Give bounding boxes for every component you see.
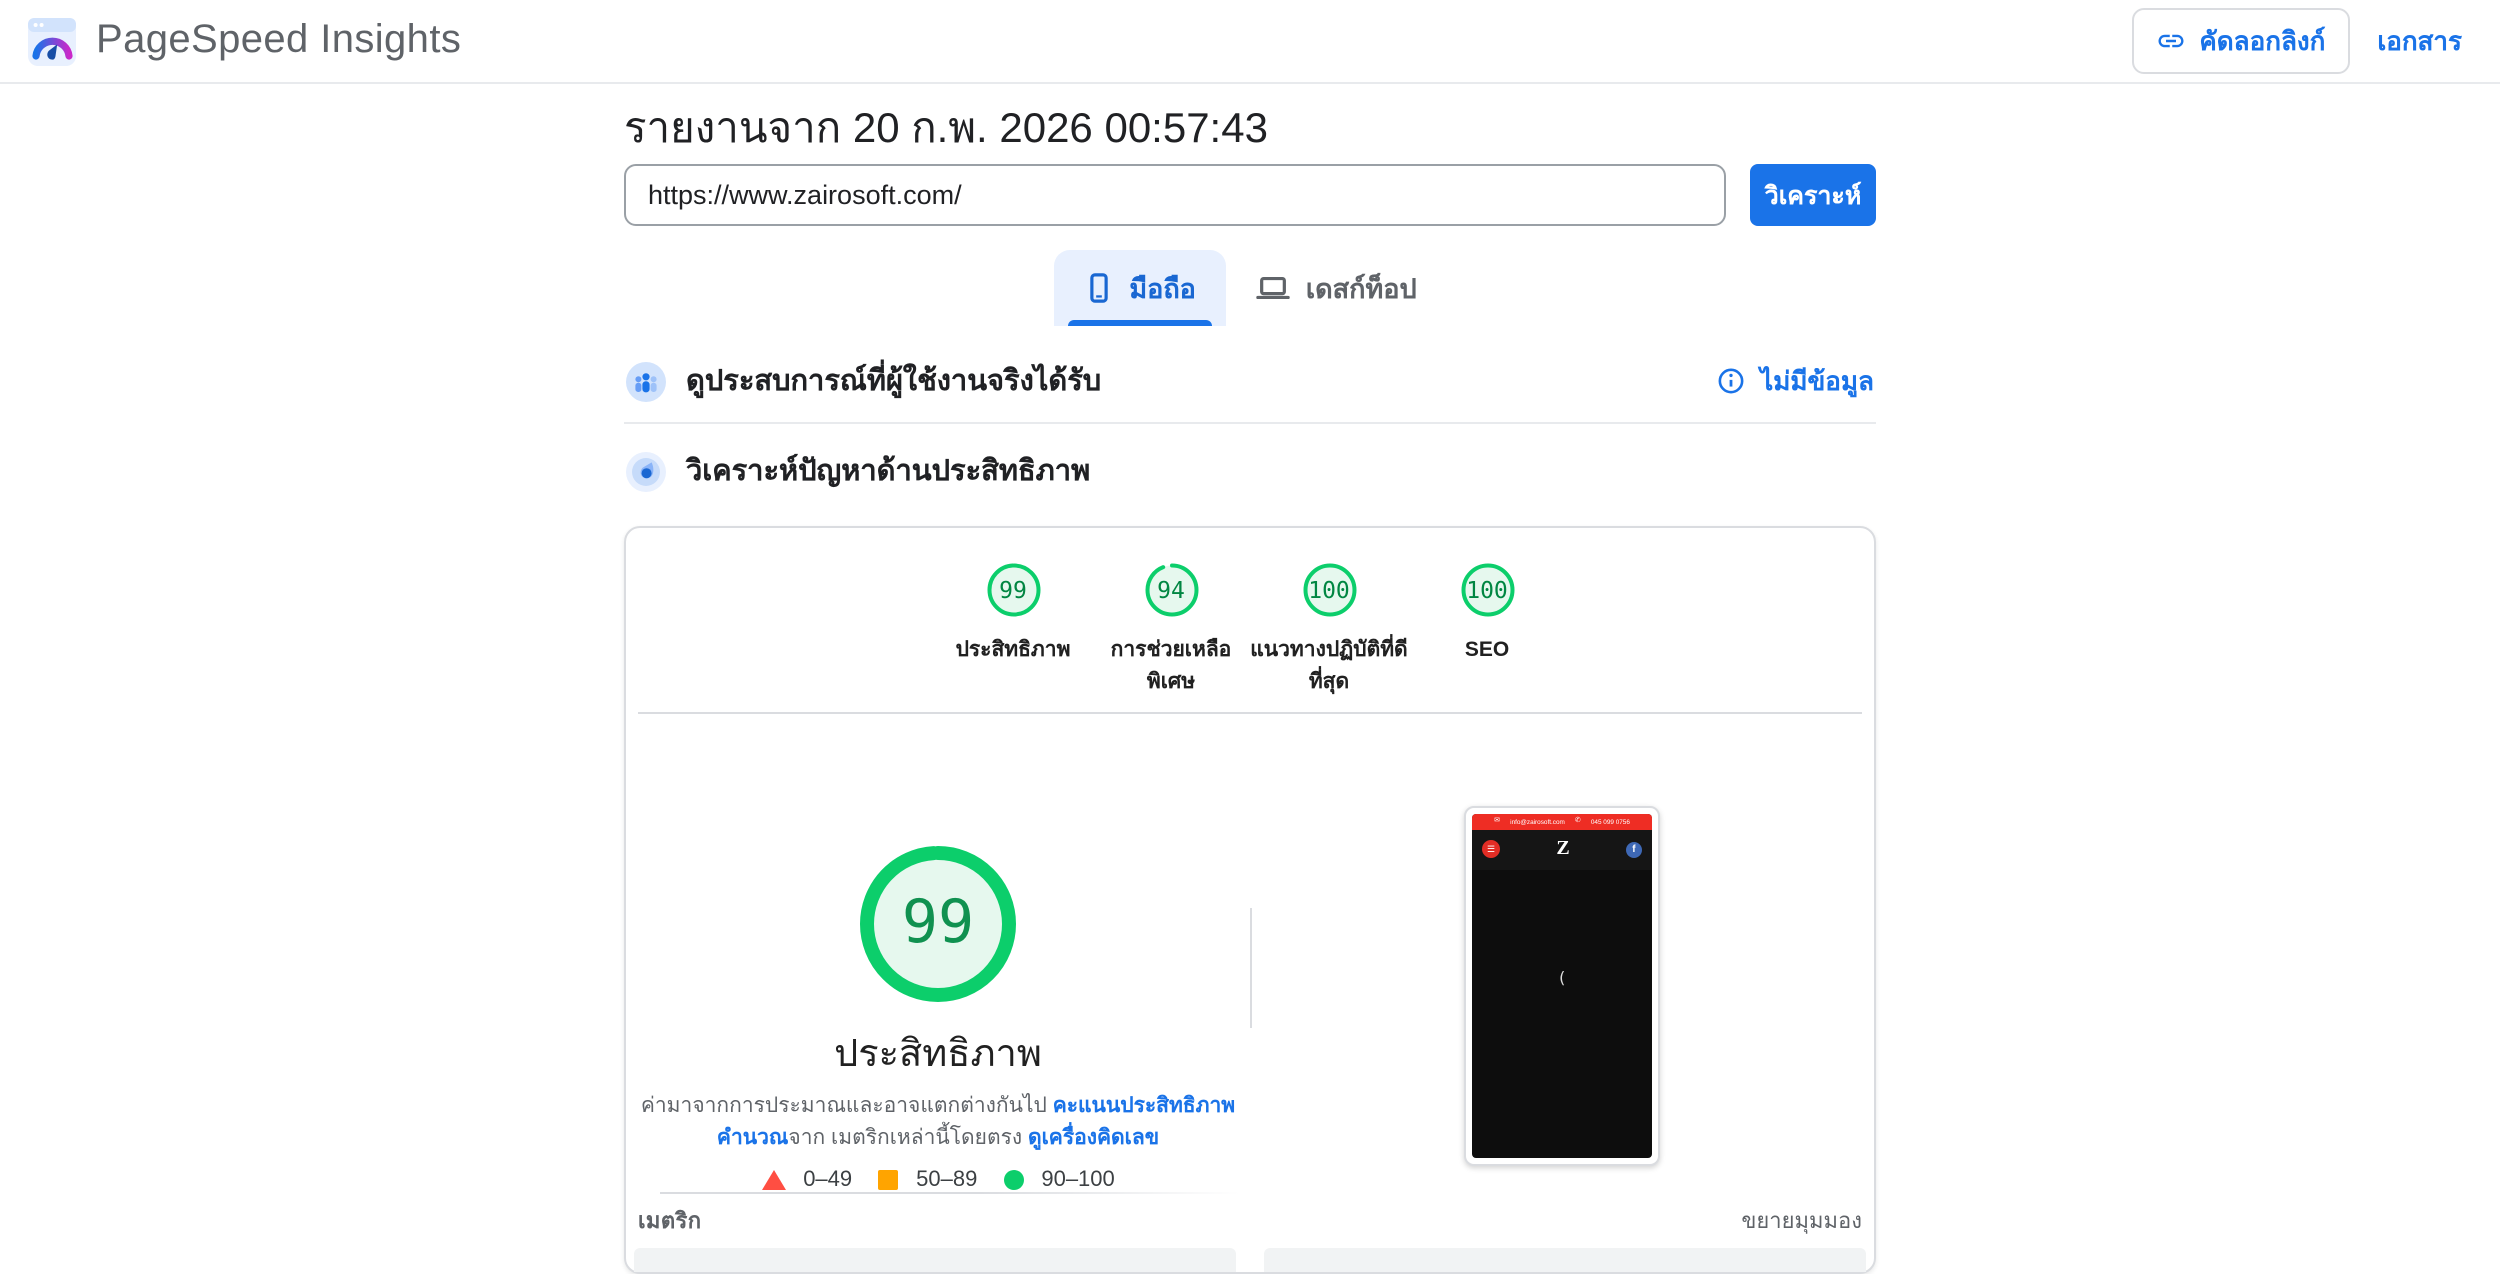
- legend-fail-range: 0–49: [803, 1168, 853, 1193]
- mobile-phone-icon: [1083, 272, 1113, 304]
- column-divider: [1250, 907, 1252, 1027]
- orange-square-icon: [878, 1170, 899, 1191]
- facebook-icon: f: [1625, 841, 1642, 857]
- copy-link-button[interactable]: คัดลอกลิงก์: [2131, 8, 2350, 74]
- best-practices-label: แนวทางปฏิบัติที่ดี ที่สุด: [1250, 638, 1408, 694]
- performance-big-score: 99: [901, 888, 975, 958]
- performance-score: 99: [999, 576, 1027, 604]
- email-icon: ✉: [1494, 815, 1501, 824]
- performance-description: ค่ามาจากการประมาณและอาจแตกต่างกันไป คะแน…: [626, 1089, 1250, 1154]
- active-tab-indicator: [1067, 320, 1212, 326]
- performance-gauge: 99: [985, 562, 1041, 618]
- seo-score: 100: [1466, 576, 1508, 604]
- best-practices-gauge: 100: [1301, 562, 1357, 618]
- app-header: PageSpeed Insights คัดลอกลิงก์ เอกสาร: [0, 0, 2500, 84]
- category-performance[interactable]: 99 ประสิทธิภาพ: [934, 562, 1092, 699]
- field-data-title: ดูประสบการณ์ที่ผู้ใช้งานจริงได้รับ: [686, 366, 1102, 398]
- loading-spinner-glyph: (: [1557, 969, 1567, 988]
- lighthouse-report-card: 99 ประสิทธิภาพ 94 การช่วยเหลือพิเศษ 100 …: [624, 526, 1876, 1274]
- no-data-link[interactable]: ไม่มีข้อมูล: [1718, 360, 1874, 402]
- analyze-button[interactable]: วิเคราะห์: [1750, 164, 1876, 226]
- score-legend: 0–49 50–89 90–100: [761, 1168, 1115, 1192]
- performance-result-grid: 99 ประสิทธิภาพ ค่ามาจากการประมาณและอาจแต…: [626, 713, 1874, 1192]
- see-calculator-link[interactable]: ดูเครื่องคิดเลข: [1028, 1126, 1159, 1150]
- tab-desktop[interactable]: เดสก์ท็อป: [1226, 250, 1447, 326]
- copy-link-label: คัดลอกลิงก์: [2199, 26, 2326, 56]
- phone-icon: ✆: [1574, 815, 1581, 824]
- seo-gauge: 100: [1459, 562, 1515, 618]
- main-content: รายงานจาก 20 ก.พ. 2026 00:57:43 วิเคราะห…: [624, 104, 1876, 1274]
- url-input[interactable]: [624, 164, 1726, 226]
- tab-mobile-label: มือถือ: [1129, 274, 1196, 304]
- pagespeed-logo-icon[interactable]: [26, 15, 78, 67]
- pagespeed-insights-page: PageSpeed Insights คัดลอกลิงก์ เอกสาร รา…: [0, 0, 2500, 1274]
- metric-card-stub: [1264, 1248, 1866, 1273]
- performance-summary-column: 99 ประสิทธิภาพ ค่ามาจากการประมาณและอาจแต…: [626, 713, 1250, 1192]
- report-title: รายงานจาก 20 ก.พ. 2026 00:57:43: [624, 106, 1268, 152]
- desc-text: ค่ามาจากการประมาณและอาจแตกต่างกันไป: [640, 1093, 1053, 1117]
- metrics-title: เมตริก: [638, 1210, 702, 1235]
- lighthouse-icon: [626, 451, 666, 491]
- red-triangle-icon: [761, 1170, 786, 1191]
- url-form: วิเคราะห์: [624, 164, 1876, 226]
- screenshot-phone: 045 099 0756: [1590, 817, 1630, 825]
- best-practices-score: 100: [1308, 576, 1350, 604]
- accessibility-gauge: 94: [1143, 562, 1199, 618]
- expand-view-toggle[interactable]: ขยายมุมมอง: [1741, 1202, 1862, 1238]
- no-data-label: ไม่มีข้อมูล: [1760, 366, 1874, 396]
- legend-average-range: 50–89: [916, 1168, 978, 1193]
- tab-desktop-label: เดสก์ท็อป: [1305, 274, 1417, 304]
- screenshot-topbar: ✉ info@zairosoft.com ✆ 045 099 0756: [1472, 813, 1652, 829]
- performance-label: ประสิทธิภาพ: [955, 638, 1071, 662]
- screenshot-navbar: ☰ Z f: [1472, 829, 1652, 869]
- performance-big-gauge: 99: [860, 845, 1016, 1001]
- legend-pass-range: 90–100: [1041, 1168, 1115, 1193]
- metrics-header: เมตริก ขยายมุมมอง: [634, 1194, 1866, 1244]
- metrics-section: เมตริก ขยายมุมมอง: [626, 1192, 1874, 1273]
- category-scores-row: 99 ประสิทธิภาพ 94 การช่วยเหลือพิเศษ 100 …: [626, 528, 1874, 699]
- info-icon: [1718, 368, 1744, 394]
- green-circle-icon: [1003, 1170, 1024, 1191]
- site-logo: Z: [1556, 838, 1570, 860]
- field-data-section: ดูประสบการณ์ที่ผู้ใช้งานจริงได้รับ ไม่มี…: [624, 350, 1876, 424]
- performance-section-title: ประสิทธิภาพ: [834, 1033, 1042, 1075]
- legend-average: 50–89: [878, 1168, 977, 1192]
- category-accessibility[interactable]: 94 การช่วยเหลือพิเศษ: [1092, 562, 1250, 699]
- hamburger-menu-icon: ☰: [1482, 840, 1500, 858]
- metric-card-stub: [634, 1248, 1236, 1273]
- accessibility-label: การช่วยเหลือพิเศษ: [1110, 638, 1232, 694]
- legend-fail: 0–49: [761, 1168, 852, 1192]
- tab-mobile[interactable]: มือถือ: [1053, 250, 1226, 326]
- metrics-preview-bars: [634, 1248, 1866, 1273]
- diagnose-title: วิเคราะห์ปัญหาด้านประสิทธิภาพ: [686, 456, 1091, 488]
- diagnose-section: วิเคราะห์ปัญหาด้านประสิทธิภาพ: [624, 424, 1876, 510]
- screenshot-email: info@zairosoft.com: [1510, 817, 1565, 825]
- device-tabs: มือถือ เดสก์ท็อป: [624, 250, 1876, 326]
- link-icon: [2155, 26, 2185, 56]
- page-screenshot-thumbnail: ✉ info@zairosoft.com ✆ 045 099 0756 ☰ Z …: [1464, 805, 1660, 1165]
- legend-pass: 90–100: [1003, 1168, 1115, 1193]
- desc-text: จาก เมตริกเหล่านี้โดยตรง: [788, 1125, 1028, 1150]
- category-best-practices[interactable]: 100 แนวทางปฏิบัติที่ดี ที่สุด: [1250, 562, 1408, 699]
- accessibility-score: 94: [1157, 576, 1185, 604]
- real-users-icon: [626, 361, 666, 401]
- category-seo[interactable]: 100 SEO: [1408, 562, 1566, 699]
- screenshot-column: ✉ info@zairosoft.com ✆ 045 099 0756 ☰ Z …: [1250, 713, 1874, 1192]
- docs-link[interactable]: เอกสาร: [2377, 20, 2462, 62]
- seo-label: SEO: [1464, 638, 1510, 662]
- screenshot-content: ✉ info@zairosoft.com ✆ 045 099 0756 ☰ Z …: [1472, 813, 1652, 1157]
- app-title: PageSpeed Insights: [96, 18, 462, 62]
- desktop-laptop-icon: [1256, 272, 1290, 304]
- header-actions: คัดลอกลิงก์ เอกสาร: [2131, 8, 2474, 74]
